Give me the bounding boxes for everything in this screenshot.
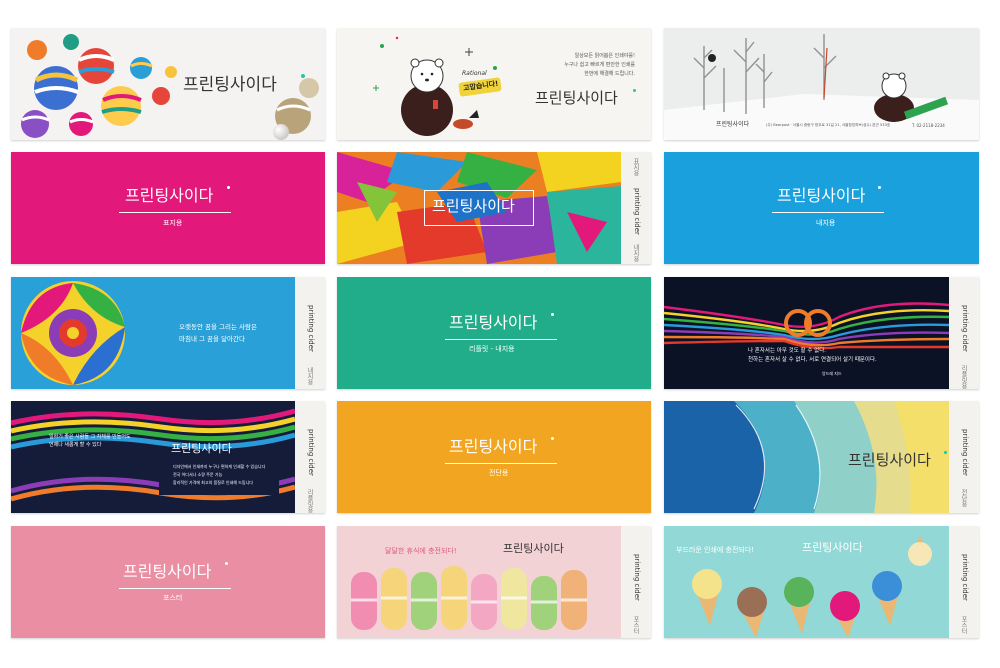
card-balls[interactable]: 프린팅사이다: [11, 28, 325, 140]
bullet-item: 전국 어디서나 소량 주문 가능: [173, 472, 223, 477]
card-label: 표지용: [163, 219, 183, 227]
brand-logo: 프린팅사이다: [183, 75, 277, 95]
card-bear[interactable]: Rational 고맙습니다! 일상모든 읽어봅은 인쇄야를! 누구나 쉽고 빠…: [337, 28, 651, 140]
macarons-icon: [337, 526, 621, 638]
spine-bot: 전단용: [960, 489, 967, 507]
bear-script: Rational: [462, 70, 487, 77]
macaron-tagline: 달달한 휴식에 충전되다!: [385, 547, 457, 555]
ribbon-quote: 일하기 좋은 사람들 그 자체를 만들어도 언제나 새롭게 할 수 있다: [49, 433, 131, 449]
quote-line: 오랫동안 꿈을 그리는 사람은: [179, 323, 257, 331]
brand-logo: 프린팅사이다: [449, 437, 538, 456]
card-label: 리플릿 - 내지용: [469, 345, 515, 353]
spine-bot: 포스터: [960, 616, 967, 634]
card-label: 내지용: [816, 219, 836, 227]
footer-brand: 프린팅사이다: [716, 121, 750, 128]
brand-logo: 프린팅사이다: [432, 197, 515, 215]
rose-quote: 오랫동안 꿈을 그리는 사람은 마침내 그 꿈을 닮아간다: [179, 321, 257, 346]
quote-line: 언제나 새롭게 할 수 있다: [49, 442, 102, 448]
spine-bot: 포스터: [632, 616, 639, 634]
spine-mid: printing cider: [307, 305, 315, 352]
bear-line: 한번에 해결해 드립니다.: [584, 71, 635, 77]
logo-dot: [944, 451, 947, 454]
underline: [772, 212, 884, 213]
brand-logo: 프린팅사이다: [848, 451, 931, 469]
footer-info: (주) Bearpost · 서울시 중랑구 망우로 31길 21, 서울창업허…: [766, 123, 891, 127]
card-label: 전단용: [489, 469, 509, 477]
logo-dot: [225, 562, 228, 565]
brand-logo: 프린팅사이다: [777, 186, 866, 205]
spine-mid: printing cider: [633, 554, 641, 601]
footer-tel: T. 02-2118-2234: [912, 123, 945, 128]
ribbon-waves-icon: [11, 401, 295, 513]
brand-logo: 프린팅사이다: [535, 89, 618, 107]
quote-line: 마침내 그 꿈을 닮아간다: [179, 335, 245, 344]
card-orange[interactable]: 프린팅사이다 전단용: [337, 401, 651, 513]
logo-dot: [227, 186, 230, 189]
logo-dot: [878, 186, 881, 189]
spine-mid: printing cider: [961, 429, 969, 476]
logo-dot: [301, 74, 305, 78]
rope-knot-icon: [664, 277, 949, 389]
logo-dot: [551, 313, 554, 316]
bullet-item: 합리적인 가격에 최고의 품질로 인쇄해 드립니다: [173, 480, 253, 485]
card-pink[interactable]: 프린팅사이다 포스터: [11, 526, 325, 638]
spine-mid: printing cider: [307, 429, 315, 476]
card-green[interactable]: 프린팅사이다 리플릿 - 내지용: [337, 277, 651, 389]
underline: [445, 463, 557, 464]
knot-attribution: 앙드레 지드: [822, 371, 842, 376]
card-blue[interactable]: 프린팅사이다 내지용: [664, 152, 979, 264]
ribbon-bullets: 디자인에서 인쇄까지 누구나 편하게 인쇄할 수 있습니다 전국 어디서나 소량…: [173, 463, 265, 487]
quote-line: 나 혼자서는 아무 것도 할 수 없다.: [748, 348, 827, 354]
logo-dot: [551, 437, 554, 440]
spine-bot: 리플릿용: [960, 365, 967, 389]
card-icecream[interactable]: 부드러운 인쇄에 충전되다! 프린팅사이다 printing cider 포스터: [664, 526, 979, 638]
card-feathers[interactable]: 프린팅사이다 표지용 printing cider 내지용: [337, 152, 651, 264]
spine-top: 표지용: [632, 158, 639, 176]
card-knot[interactable]: 나 혼자서는 아무 것도 할 수 없다. 천하는 혼자서 살 수 없다, 서로 …: [664, 277, 979, 389]
bear-lines: 일상모든 읽어봅은 인쇄야를! 누구나 쉽고 빠르게 편안한 인쇄를 한번에 해…: [545, 52, 635, 79]
bear-line: 일상모든 읽어봅은 인쇄야를!: [574, 53, 635, 59]
card-label: 포스터: [163, 594, 183, 602]
spine-bot: 내지용: [306, 367, 313, 385]
quote-line: 천하는 혼자서 살 수 없다, 서로 연결되어 살기 때문이다.: [748, 357, 877, 364]
brand-logo: 프린팅사이다: [503, 542, 564, 555]
logo-dot: [633, 89, 636, 92]
brand-logo: 프린팅사이다: [125, 186, 214, 205]
brand-logo: 프린팅사이다: [123, 562, 212, 581]
bullet-item: 디자인에서 인쇄까지 누구나 편하게 인쇄할 수 있습니다: [173, 464, 266, 469]
brand-logo: 프린팅사이다: [171, 442, 232, 455]
quote-line: 일하기 좋은 사람들 그 자체를 만들어도: [49, 434, 131, 440]
card-magenta[interactable]: 프린팅사이다 표지용: [11, 152, 325, 264]
card-rose[interactable]: 오랫동안 꿈을 그리는 사람은 마침내 그 꿈을 닮아간다 printing c…: [11, 277, 325, 389]
striped-balls-icon: [21, 34, 319, 140]
brand-logo: 프린팅사이다: [802, 541, 863, 554]
spine-bot: 리플릿용: [306, 489, 313, 513]
spine-bot: 내지용: [632, 244, 639, 262]
icecream-tagline: 부드러운 인쇄에 충전되다!: [676, 546, 755, 554]
underline: [119, 588, 231, 589]
spine-mid: printing cider: [961, 554, 969, 601]
underline: [119, 212, 231, 213]
card-sea[interactable]: 프린팅사이다 printing cider 전단용: [664, 401, 979, 513]
card-winter[interactable]: 프린팅사이다 (주) Bearpost · 서울시 중랑구 망우로 31길 21…: [664, 28, 979, 140]
knot-quote: 나 혼자서는 아무 것도 할 수 없다. 천하는 혼자서 살 수 없다, 서로 …: [748, 347, 877, 366]
brand-logo: 프린팅사이다: [449, 313, 538, 332]
card-macarons[interactable]: 달달한 휴식에 충전되다! 프린팅사이다 printing cider 포스터: [337, 526, 651, 638]
underline: [445, 339, 557, 340]
bear-line: 누구나 쉽고 빠르게 편안한 인쇄를: [564, 62, 635, 68]
spine-mid: printing cider: [961, 305, 969, 352]
card-ribbon[interactable]: 일하기 좋은 사람들 그 자체를 만들어도 언제나 새롭게 할 수 있다 프린팅…: [11, 401, 325, 513]
spine-mid: printing cider: [633, 188, 641, 235]
